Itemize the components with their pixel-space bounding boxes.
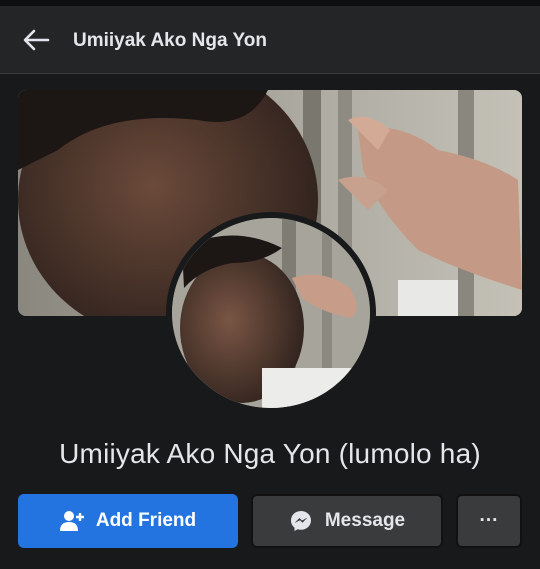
more-dots-icon: ··· xyxy=(479,510,499,531)
add-friend-button[interactable]: Add Friend xyxy=(18,494,238,548)
message-button[interactable]: Message xyxy=(251,494,443,548)
page-title: Umiiyak Ako Nga Yon xyxy=(73,30,267,51)
message-label: Message xyxy=(324,510,406,531)
add-friend-icon xyxy=(59,510,84,532)
more-options-button[interactable]: ··· xyxy=(456,494,522,548)
avatar[interactable] xyxy=(172,218,370,408)
back-button[interactable] xyxy=(20,26,52,54)
top-app-bar: Umiiyak Ako Nga Yon xyxy=(0,0,540,74)
add-friend-label: Add Friend xyxy=(95,510,197,531)
arrow-left-icon xyxy=(23,29,50,51)
profile-name: Umiiyak Ako Nga Yon (lumolo ha) xyxy=(59,438,481,469)
messenger-icon xyxy=(289,509,313,533)
avatar-image xyxy=(172,218,370,408)
